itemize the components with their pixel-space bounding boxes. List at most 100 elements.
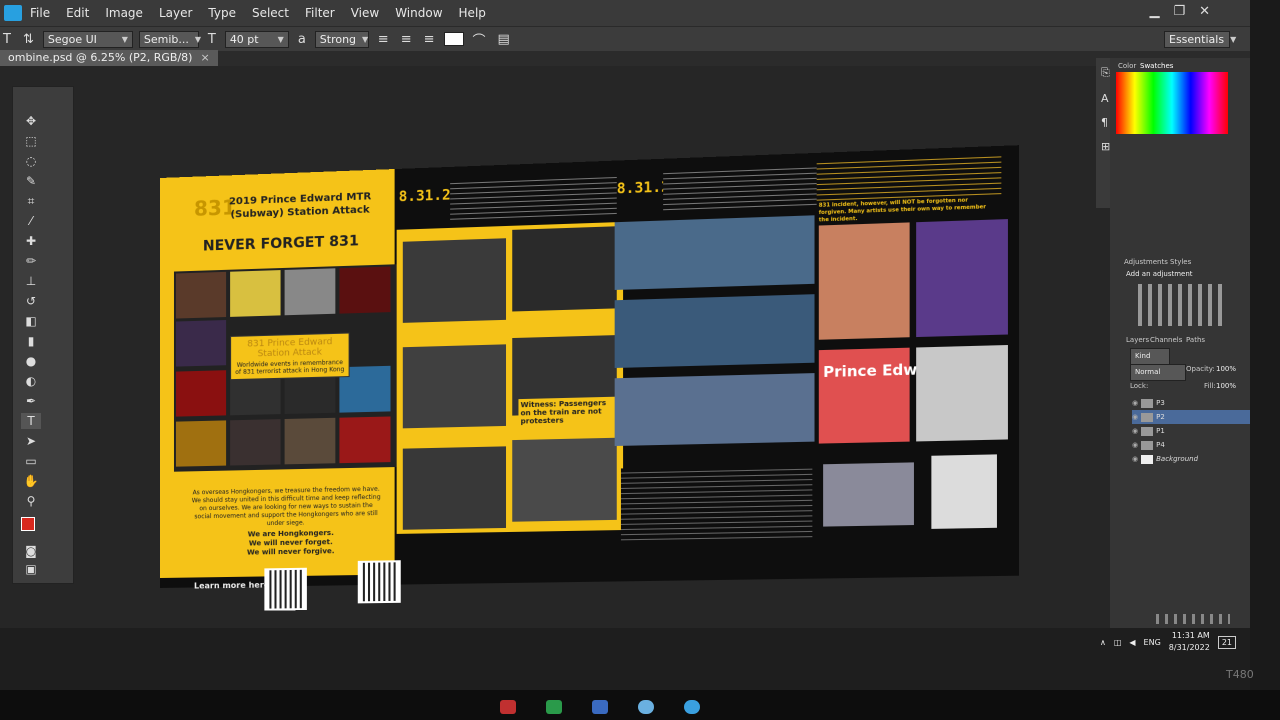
photoshop-logo-icon xyxy=(4,5,22,21)
history-icon[interactable]: ⎘ xyxy=(1101,66,1110,80)
properties-icon[interactable]: ⊞ xyxy=(1101,140,1110,153)
eye-icon[interactable]: ◉ xyxy=(1132,441,1138,449)
app-icon[interactable] xyxy=(546,700,562,714)
opacity-value[interactable]: 100% xyxy=(1216,365,1236,373)
gradient-icon[interactable]: ▮ xyxy=(21,333,41,349)
crop-tool-icon[interactable]: ⌗ xyxy=(21,193,41,209)
shape-tool-icon[interactable]: ▭ xyxy=(21,453,41,469)
zoom-tool-icon[interactable]: ⚲ xyxy=(21,493,41,509)
tab-paths[interactable]: Paths xyxy=(1186,336,1205,344)
app-icon[interactable] xyxy=(500,700,516,714)
pen-tool-icon[interactable]: ✒ xyxy=(21,393,41,409)
app-icon[interactable] xyxy=(592,700,608,714)
network-icon[interactable]: ◫ xyxy=(1114,638,1122,647)
notification-badge[interactable]: 21 xyxy=(1217,635,1236,649)
layer-row-selected[interactable]: ◉ P2 xyxy=(1132,410,1250,424)
menu-layer[interactable]: Layer xyxy=(151,6,200,20)
window-controls: ▁ ❐ ✕ xyxy=(1149,4,1210,19)
menu-edit[interactable]: Edit xyxy=(58,6,97,20)
app-icon[interactable] xyxy=(684,700,700,714)
tab-color[interactable]: Color xyxy=(1118,62,1136,70)
menu-type[interactable]: Type xyxy=(200,6,244,20)
volume-icon[interactable]: ◀ xyxy=(1129,638,1135,647)
document-canvas[interactable]: 831 2019 Prince Edward MTR (Subway) Stat… xyxy=(160,145,1019,611)
minimize-icon[interactable]: ▁ xyxy=(1149,4,1159,19)
tab-adjustments[interactable]: Adjustments xyxy=(1124,258,1168,266)
tab-styles[interactable]: Styles xyxy=(1170,258,1191,266)
swatches-grid[interactable] xyxy=(1116,72,1228,134)
hand-tool-icon[interactable]: ✋ xyxy=(21,473,41,489)
restore-icon[interactable]: ❐ xyxy=(1173,4,1185,19)
marquee-tool-icon[interactable]: ⬚ xyxy=(21,133,41,149)
type-tool-icon[interactable]: T xyxy=(21,413,41,429)
orientation-icon[interactable]: ⇅ xyxy=(20,32,37,47)
chevron-up-icon[interactable]: ∧ xyxy=(1100,638,1106,647)
eye-icon[interactable]: ◉ xyxy=(1132,427,1138,435)
layer-row[interactable]: ◉ P4 xyxy=(1132,438,1250,452)
lasso-tool-icon[interactable]: ◌ xyxy=(21,153,41,169)
eye-icon[interactable]: ◉ xyxy=(1132,455,1138,463)
document-tab[interactable]: ombine.psd @ 6.25% (P2, RGB/8) × xyxy=(0,50,218,66)
eye-icon[interactable]: ◉ xyxy=(1132,413,1138,421)
menu-window[interactable]: Window xyxy=(387,6,450,20)
layer-row[interactable]: ◉ P3 xyxy=(1132,396,1250,410)
antialias-select[interactable]: Strong ▼ xyxy=(314,30,369,48)
quick-select-icon[interactable]: ✎ xyxy=(21,173,41,189)
align-center-icon[interactable]: ≡ xyxy=(398,32,415,47)
news-photo xyxy=(512,226,617,312)
blend-mode-select[interactable]: Normal xyxy=(1130,364,1186,381)
menu-image[interactable]: Image xyxy=(97,6,151,20)
workspace-select[interactable]: Essentials ▼ xyxy=(1164,30,1236,48)
quick-mask-icon[interactable]: ◙ xyxy=(21,543,41,559)
adjustment-icons[interactable] xyxy=(1132,284,1228,326)
menu-view[interactable]: View xyxy=(343,6,387,20)
close-icon[interactable]: ✕ xyxy=(1199,4,1210,19)
menu-help[interactable]: Help xyxy=(451,6,494,20)
eraser-icon[interactable]: ◧ xyxy=(21,313,41,329)
font-size-select[interactable]: 40 pt ▼ xyxy=(224,30,289,48)
menu-file[interactable]: File xyxy=(22,6,58,20)
layer-action-icons[interactable] xyxy=(1150,614,1230,624)
eyedropper-icon[interactable]: ⁄ xyxy=(21,213,41,229)
fill-value[interactable]: 100% xyxy=(1216,382,1236,390)
font-style-select[interactable]: Semib... ▼ xyxy=(138,30,201,48)
tab-layers[interactable]: Layers xyxy=(1126,336,1149,344)
dodge-icon[interactable]: ◐ xyxy=(21,373,41,389)
layer-row[interactable]: ◉ P1 xyxy=(1132,424,1250,438)
type-tool-icon[interactable]: T xyxy=(0,32,14,47)
foreground-color-swatch[interactable] xyxy=(21,517,35,531)
font-family-select[interactable]: Segoe UI ▼ xyxy=(42,30,133,48)
healing-brush-icon[interactable]: ✚ xyxy=(21,233,41,249)
align-left-icon[interactable]: ≡ xyxy=(375,32,392,47)
text-color-swatch[interactable] xyxy=(443,32,464,46)
learn-more-label: Learn more here: xyxy=(193,580,273,591)
brush-tool-icon[interactable]: ✏ xyxy=(21,253,41,269)
tab-swatches[interactable]: Swatches xyxy=(1140,62,1173,70)
paragraph-icon[interactable]: ¶ xyxy=(1101,116,1108,129)
layer-thumbnail xyxy=(1141,440,1154,450)
clock[interactable]: 11:31 AM 8/31/2022 xyxy=(1169,630,1210,654)
menu-select[interactable]: Select xyxy=(244,6,297,20)
screen-mode-icon[interactable]: ▣ xyxy=(21,561,41,577)
close-icon[interactable]: × xyxy=(200,51,209,64)
history-brush-icon[interactable]: ↺ xyxy=(21,293,41,309)
character-icon[interactable]: A xyxy=(1101,92,1109,105)
app-icon[interactable] xyxy=(638,700,654,714)
move-tool-icon[interactable]: ✥ xyxy=(21,113,41,129)
eye-icon[interactable]: ◉ xyxy=(1132,399,1138,407)
menu-filter[interactable]: Filter xyxy=(297,6,343,20)
clone-stamp-icon[interactable]: ⊥ xyxy=(21,273,41,289)
path-select-icon[interactable]: ➤ xyxy=(21,433,41,449)
tab-channels[interactable]: Channels xyxy=(1150,336,1182,344)
poster-thumbnail xyxy=(339,266,391,314)
align-right-icon[interactable]: ≡ xyxy=(421,32,438,47)
layer-row[interactable]: ◉ Background xyxy=(1132,452,1250,466)
character-panel-icon[interactable]: ▤ xyxy=(495,32,513,47)
blur-icon[interactable]: ● xyxy=(21,353,41,369)
banner-subtitle: Worldwide events in remembrance of 831 t… xyxy=(235,358,345,377)
warp-text-icon[interactable]: ⌒ xyxy=(470,30,489,49)
qr-code xyxy=(264,567,307,611)
language-indicator[interactable]: ENG xyxy=(1144,638,1161,647)
kind-filter-select[interactable]: Kind xyxy=(1130,348,1170,365)
news-photo xyxy=(402,344,507,429)
